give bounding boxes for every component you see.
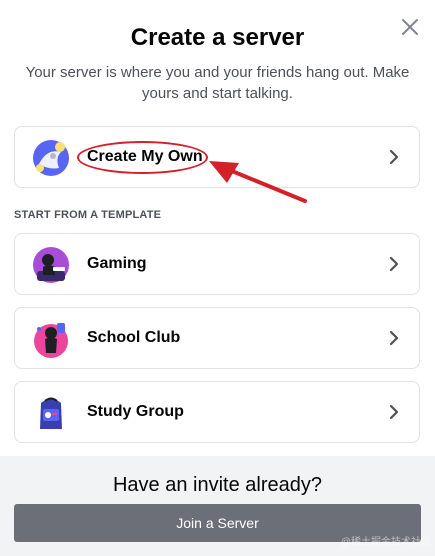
join-server-button[interactable]: Join a Server bbox=[14, 504, 421, 542]
footer-title: Have an invite already? bbox=[112, 474, 322, 496]
create-my-own-button[interactable]: Create My Own bbox=[14, 126, 420, 188]
chevron-right-icon bbox=[389, 404, 399, 420]
create-server-illustration-icon bbox=[31, 138, 71, 178]
gaming-icon bbox=[31, 245, 71, 285]
modal-subtitle: Your server is where you and your friend… bbox=[25, 64, 410, 102]
template-school-club-label: School Club bbox=[87, 329, 181, 346]
template-gaming-label: Gaming bbox=[87, 255, 147, 272]
template-study-group-button[interactable]: Study Group bbox=[14, 381, 420, 443]
template-section-header: START FROM A TEMPLATE bbox=[14, 209, 162, 221]
modal-footer: Have an invite already? Join a Server @稀… bbox=[0, 456, 435, 556]
create-server-modal: Create a server Your server is where you… bbox=[0, 0, 435, 556]
school-club-icon bbox=[31, 319, 71, 359]
chevron-right-icon bbox=[389, 256, 399, 272]
chevron-right-icon bbox=[389, 330, 399, 346]
study-group-icon bbox=[31, 393, 71, 433]
chevron-right-icon bbox=[389, 149, 399, 165]
modal-title: Create a server bbox=[130, 24, 305, 51]
template-gaming-button[interactable]: Gaming bbox=[14, 233, 420, 295]
template-school-club-button[interactable]: School Club bbox=[14, 307, 420, 369]
create-my-own-label: Create My Own bbox=[87, 148, 203, 165]
template-study-group-label: Study Group bbox=[87, 403, 184, 420]
